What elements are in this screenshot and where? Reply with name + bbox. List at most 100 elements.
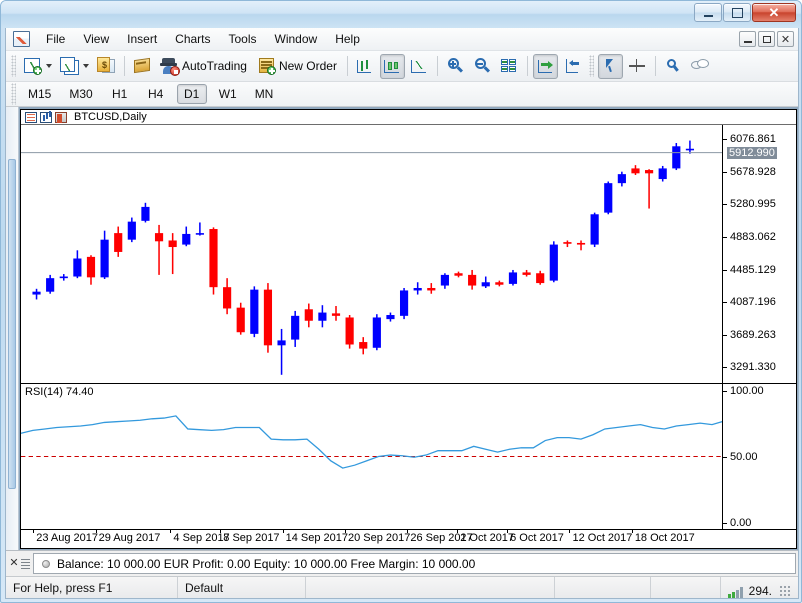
menubar: File View Insert Charts Tools Window Hel… bbox=[6, 28, 798, 51]
profiles-icon bbox=[60, 57, 79, 75]
terminal-close-icon[interactable]: ✕ bbox=[8, 558, 20, 569]
mdi-close-button[interactable]: ✕ bbox=[777, 31, 794, 47]
price-pane[interactable]: 6076.8615678.9285280.9954883.0624485.129… bbox=[21, 125, 796, 384]
chevron-down-icon[interactable] bbox=[46, 64, 52, 68]
period-h4[interactable]: H4 bbox=[141, 84, 171, 104]
comment-button[interactable] bbox=[688, 54, 713, 79]
line-chart-button[interactable] bbox=[407, 54, 432, 79]
toolbar-grip[interactable] bbox=[589, 55, 594, 77]
scrollbar-thumb[interactable] bbox=[8, 159, 16, 489]
autotrading-label: AutoTrading bbox=[182, 59, 249, 73]
chart-symbol-label: BTCUSD,Daily bbox=[74, 111, 147, 123]
price-tick: 5678.928 bbox=[723, 166, 796, 178]
statusbar: For Help, press F1 Default 294. bbox=[6, 576, 798, 598]
menu-item-tools[interactable]: Tools bbox=[220, 29, 266, 49]
autotrading-icon bbox=[160, 57, 179, 75]
indicator-pane[interactable]: RSI(14) 74.40 100.0050.000.00 bbox=[21, 384, 796, 529]
book-icon bbox=[55, 112, 67, 123]
date-axis: 23 Aug 201729 Aug 20174 Sep 20178 Sep 20… bbox=[21, 529, 796, 548]
menu-item-charts[interactable]: Charts bbox=[166, 29, 219, 49]
current-price-label: 5912.990 bbox=[723, 147, 796, 159]
status-help-text: For Help, press F1 bbox=[6, 577, 178, 598]
indicator-tick: 0.00 bbox=[723, 517, 796, 529]
chart-shift-icon bbox=[563, 57, 582, 75]
date-tick: 8 Sep 2017 bbox=[220, 532, 279, 544]
cursor-icon bbox=[601, 57, 620, 75]
date-tick: 23 Aug 2017 bbox=[33, 532, 98, 544]
price-tick: 3689.263 bbox=[723, 329, 796, 341]
price-scale[interactable]: 6076.8615678.9285280.9954883.0624485.129… bbox=[722, 125, 796, 383]
bar-chart-icon bbox=[356, 57, 375, 75]
price-tick: 3291.330 bbox=[723, 361, 796, 373]
mdi-minimize-button[interactable] bbox=[739, 31, 756, 47]
workspace-scrollbar[interactable] bbox=[6, 107, 19, 550]
price-tick: 4087.196 bbox=[723, 296, 796, 308]
chart-workspace: BTCUSD,Daily 6076.8615678.9285280.995488… bbox=[6, 107, 798, 550]
cursor-button[interactable] bbox=[598, 54, 623, 79]
menu-item-file[interactable]: File bbox=[37, 29, 74, 49]
period-d1[interactable]: D1 bbox=[177, 84, 207, 104]
grid-icon bbox=[25, 112, 37, 123]
status-cell-5 bbox=[651, 577, 721, 598]
toolbar-separator bbox=[124, 56, 125, 76]
menu-item-view[interactable]: View bbox=[74, 29, 118, 49]
terminal-panel: ✕ Balance: 10 000.00 EUR Profit: 0.00 Eq… bbox=[6, 550, 798, 576]
autotrading-button[interactable]: AutoTrading bbox=[157, 54, 252, 79]
window-maximize-button[interactable] bbox=[723, 3, 751, 22]
rsi-label: RSI(14) 74.40 bbox=[25, 386, 93, 398]
data-window-button[interactable] bbox=[130, 54, 155, 79]
market-watch-button[interactable]: $ bbox=[94, 54, 119, 79]
period-h1[interactable]: H1 bbox=[105, 84, 135, 104]
profiles-button[interactable] bbox=[57, 54, 92, 79]
price-tick: 4485.129 bbox=[723, 264, 796, 276]
new-order-button[interactable]: New Order bbox=[254, 54, 342, 79]
window-titlebar: ✕ bbox=[1, 1, 801, 28]
chart-shift-button[interactable] bbox=[560, 54, 585, 79]
auto-scroll-button[interactable] bbox=[533, 54, 558, 79]
period-w1[interactable]: W1 bbox=[213, 84, 243, 104]
mdi-restore-button[interactable] bbox=[758, 31, 775, 47]
toolbar-grip[interactable] bbox=[11, 55, 16, 77]
menu-item-help[interactable]: Help bbox=[326, 29, 369, 49]
candlestick-chart-button[interactable] bbox=[380, 54, 405, 79]
new-chart-button[interactable] bbox=[20, 54, 55, 79]
window-close-button[interactable]: ✕ bbox=[752, 3, 796, 22]
window-minimize-button[interactable] bbox=[694, 3, 722, 22]
signal-bars-icon bbox=[728, 587, 743, 598]
crosshair-button[interactable] bbox=[625, 54, 650, 79]
account-balance-strip[interactable]: Balance: 10 000.00 EUR Profit: 0.00 Equi… bbox=[33, 553, 796, 574]
connection-speed-label: 294. bbox=[749, 584, 772, 598]
toolbar-separator bbox=[527, 56, 528, 76]
toolbar-separator bbox=[655, 56, 656, 76]
resize-grip[interactable] bbox=[779, 585, 792, 598]
zoom-out-button[interactable] bbox=[470, 54, 495, 79]
zoom-in-icon bbox=[446, 57, 465, 75]
price-tick: 4883.062 bbox=[723, 231, 796, 243]
new-chart-icon bbox=[23, 57, 42, 75]
status-connection[interactable]: 294. bbox=[721, 577, 798, 598]
tile-windows-button[interactable] bbox=[497, 54, 522, 79]
tile-windows-icon bbox=[500, 57, 519, 75]
chevron-down-icon[interactable] bbox=[83, 64, 89, 68]
period-mn[interactable]: MN bbox=[249, 84, 280, 104]
menu-item-insert[interactable]: Insert bbox=[118, 29, 166, 49]
date-tick: 14 Sep 2017 bbox=[283, 532, 348, 544]
status-cell-3 bbox=[306, 577, 555, 598]
date-tick: 6 Oct 2017 bbox=[507, 532, 564, 544]
zoom-in-button[interactable] bbox=[443, 54, 468, 79]
date-tick: 2 Oct 2017 bbox=[457, 532, 514, 544]
period-m30[interactable]: M30 bbox=[63, 84, 98, 104]
periodbar-grip[interactable] bbox=[11, 83, 16, 105]
magnifier-button[interactable] bbox=[661, 54, 686, 79]
bar-chart-button[interactable] bbox=[353, 54, 378, 79]
period-m15[interactable]: M15 bbox=[22, 84, 57, 104]
indicator-scale[interactable]: 100.0050.000.00 bbox=[722, 384, 796, 529]
menu-item-window[interactable]: Window bbox=[266, 29, 327, 49]
status-led-icon bbox=[42, 560, 50, 568]
line-chart-icon bbox=[410, 57, 429, 75]
window-controls: ✕ bbox=[694, 3, 796, 22]
application-window: ✕ File View Insert Charts Tools Window H… bbox=[0, 0, 802, 603]
bars-icon bbox=[40, 112, 52, 123]
terminal-grip[interactable] bbox=[21, 559, 30, 569]
metatrader-icon bbox=[13, 31, 30, 47]
